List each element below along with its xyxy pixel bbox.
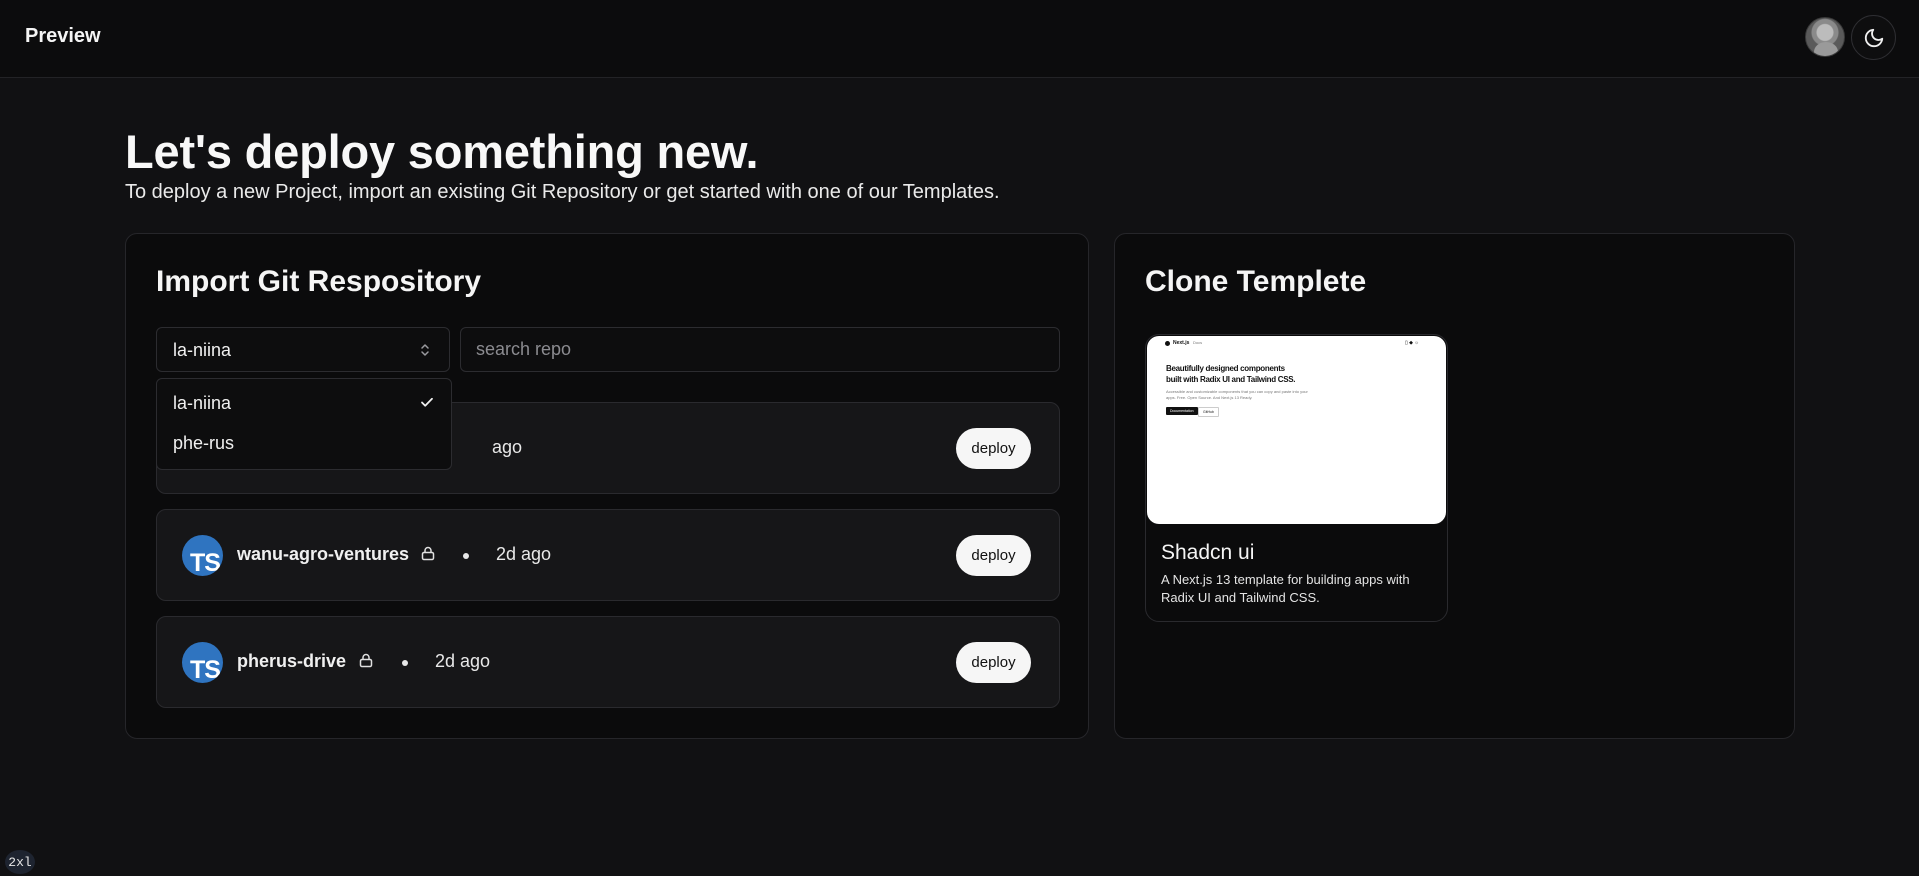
deploy-button[interactable]: deploy (956, 428, 1031, 469)
account-option-label: phe-rus (173, 433, 235, 453)
preview-headline: Beautifully designed components (1166, 364, 1285, 373)
import-card-title: Import Git Respository (156, 265, 482, 298)
account-select-value: la-niina (173, 340, 232, 360)
repo-time: 2d ago (496, 544, 552, 564)
template-name: Shadcn ui (1161, 541, 1255, 564)
preview-body: apps. Free. Open Source. And Next.js 13 … (1166, 395, 1253, 400)
avatar[interactable] (1805, 17, 1845, 57)
repo-time: ago (492, 437, 523, 457)
account-select[interactable]: la-niina (156, 327, 450, 372)
preview-secondary-button: GitHub (1198, 407, 1219, 417)
page-title: Let's deploy something new. (125, 125, 759, 178)
typescript-icon: TS (182, 535, 223, 576)
top-bar: Preview (0, 0, 1919, 78)
repo-row: TS pherus-drive 2d ago deploy (156, 616, 1060, 708)
page-subtitle: To deploy a new Project, import an exist… (125, 181, 1000, 203)
check-icon (421, 397, 433, 407)
deploy-button[interactable]: deploy (956, 535, 1031, 576)
chevron-up-down-icon (421, 344, 429, 356)
lock-icon (359, 653, 373, 668)
preview-primary-button: Documentation (1166, 407, 1198, 415)
account-option-label: la-niina (173, 393, 232, 413)
preview-body: Accessible and customizable components t… (1166, 389, 1308, 394)
separator-dot (463, 553, 469, 559)
account-dropdown-menu: la-niina phe-rus (156, 378, 452, 470)
lock-icon (421, 546, 435, 561)
separator-dot (402, 660, 408, 666)
preview-logo-icon (1165, 341, 1170, 346)
account-option-phe-rus[interactable]: phe-rus (161, 423, 447, 461)
template-description: A Next.js 13 template for building apps … (1161, 572, 1410, 605)
repo-name[interactable]: pherus-drive (237, 651, 346, 672)
repo-row: TS wanu-agro-ventures 2d ago deploy (156, 509, 1060, 601)
repo-time: 2d ago (435, 651, 491, 671)
moon-icon (1864, 28, 1883, 47)
preview-nav: Docs (1193, 340, 1203, 345)
repo-name[interactable]: wanu-agro-ventures (237, 544, 409, 565)
typescript-icon: TS (182, 642, 223, 683)
app-title: Preview (25, 25, 101, 47)
breakpoint-indicator: 2xl (5, 850, 35, 874)
preview-nav-icons: ▯ ◆ ☼ (1405, 340, 1419, 346)
preview-brand: Next.js (1173, 340, 1190, 346)
clone-template-card: Clone Templete Next.js Docs ▯ ◆ ☼ Beauti… (1114, 233, 1795, 739)
search-repo-input[interactable] (460, 327, 1060, 372)
preview-headline: built with Radix UI and Tailwind CSS. (1166, 375, 1296, 384)
template-preview-image: Next.js Docs ▯ ◆ ☼ Beautifully designed … (1147, 336, 1446, 524)
theme-toggle-button[interactable] (1851, 15, 1896, 60)
deploy-button[interactable]: deploy (956, 642, 1031, 683)
account-option-la-niina[interactable]: la-niina (161, 383, 447, 421)
clone-card-title: Clone Templete (1145, 265, 1367, 298)
import-repo-card: Import Git Respository la-niina ago depl… (125, 233, 1089, 739)
template-card[interactable]: Next.js Docs ▯ ◆ ☼ Beautifully designed … (1145, 334, 1448, 622)
